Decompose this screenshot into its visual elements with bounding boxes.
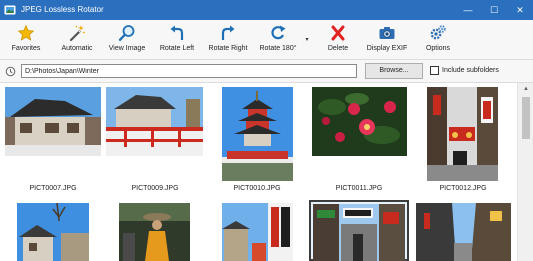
thumbnail-caption: PICT0007.JPG xyxy=(29,185,77,192)
thumbnail-camellia-flowers-photo[interactable] xyxy=(312,87,407,156)
path-bar: Browse... Include subfolders xyxy=(0,60,533,83)
monk-statue-image xyxy=(119,203,190,261)
view-image-label: View Image xyxy=(108,45,146,52)
scroll-up-arrow-icon[interactable]: ▲ xyxy=(518,83,533,95)
include-subfolders-checkbox[interactable] xyxy=(430,66,439,75)
thumbnail-street-lanterns-photo[interactable] xyxy=(427,87,498,181)
title-bar: JPEG Lossless Rotator — ☐ ✕ xyxy=(0,0,533,20)
rotate-left-icon xyxy=(170,25,184,40)
thumbnail-caption: PICT0009.JPG xyxy=(131,185,179,192)
display-exif-label: Display EXIF xyxy=(366,45,408,52)
vertical-scrollbar[interactable]: ▲ xyxy=(517,83,533,261)
browse-button[interactable]: Browse... xyxy=(365,63,423,79)
automatic-button[interactable]: Automatic xyxy=(57,24,97,58)
delete-x-icon xyxy=(331,25,345,41)
rotate-left-button[interactable]: Rotate Left xyxy=(154,24,200,58)
street-lanterns-image xyxy=(427,87,498,181)
thumbnail-monk-statue-photo[interactable] xyxy=(119,203,190,261)
delete-button[interactable]: Delete xyxy=(320,24,356,58)
camera-icon xyxy=(379,27,395,39)
pagoda-image xyxy=(222,87,293,181)
automatic-label: Automatic xyxy=(61,45,93,52)
thumbnail-grid: PICT0007.JPG PICT0009.JPG PICT0010.JPG P… xyxy=(0,83,517,261)
japanese-house-image xyxy=(5,87,101,156)
shop-signs-image xyxy=(222,203,293,261)
display-exif-button[interactable]: Display EXIF xyxy=(364,24,410,58)
rotate-180-dropdown-icon[interactable]: ▾ xyxy=(303,36,311,44)
thumbnail-caption: PICT0012.JPG xyxy=(439,185,487,192)
scrollbar-thumb[interactable] xyxy=(522,97,530,139)
rotate-180-icon xyxy=(271,25,286,40)
thumbnail-temple-red-fence-photo[interactable] xyxy=(106,87,203,156)
magnifier-icon xyxy=(118,25,135,42)
thumbnail-caption: PICT0011.JPG xyxy=(335,185,383,192)
temple-red-fence-image xyxy=(106,87,203,156)
gears-icon xyxy=(430,25,446,40)
rotate-left-label: Rotate Left xyxy=(159,45,195,52)
star-icon xyxy=(17,24,35,41)
rotate-180-button[interactable]: Rotate 180° xyxy=(255,24,301,58)
options-label: Options xyxy=(425,45,451,52)
thumbnail-japanese-house-photo[interactable] xyxy=(5,87,101,156)
street-signs-image xyxy=(313,204,405,261)
close-window-button[interactable]: ✕ xyxy=(507,0,533,20)
thumbnail-snowy-tree-house-photo[interactable] xyxy=(17,203,89,261)
rotate-right-label: Rotate Right xyxy=(208,45,248,52)
rotate-180-label: Rotate 180° xyxy=(259,45,297,52)
maximize-button[interactable]: ☐ xyxy=(481,0,507,20)
favorites-button[interactable]: Favorites xyxy=(6,24,46,58)
thumbnail-pagoda-photo[interactable] xyxy=(222,87,293,181)
view-image-button[interactable]: View Image xyxy=(104,24,150,58)
rotate-right-button[interactable]: Rotate Right xyxy=(203,24,253,58)
thumbnail-shop-signs-photo[interactable] xyxy=(222,203,293,261)
thumbnail-narrow-street-photo[interactable] xyxy=(416,203,511,261)
minimize-button[interactable]: — xyxy=(455,0,481,20)
snowy-tree-house-image xyxy=(17,203,89,261)
magic-wand-icon xyxy=(69,25,85,42)
options-button[interactable]: Options xyxy=(419,24,457,58)
window-title: JPEG Lossless Rotator xyxy=(21,5,104,14)
camellia-flowers-image xyxy=(312,87,407,156)
favorites-label: Favorites xyxy=(11,45,41,52)
history-icon[interactable] xyxy=(5,66,16,77)
rotate-right-icon xyxy=(221,25,235,40)
toolbar: Favorites Automatic View Image Rotate Le… xyxy=(0,20,533,60)
include-subfolders-label: Include subfolders xyxy=(442,67,499,74)
narrow-street-image xyxy=(416,203,511,261)
thumbnail-street-signs-photo[interactable] xyxy=(313,204,405,261)
app-icon xyxy=(4,5,16,15)
delete-label: Delete xyxy=(327,45,349,52)
folder-path-input[interactable] xyxy=(21,64,357,78)
thumbnail-caption: PICT0010.JPG xyxy=(233,185,281,192)
